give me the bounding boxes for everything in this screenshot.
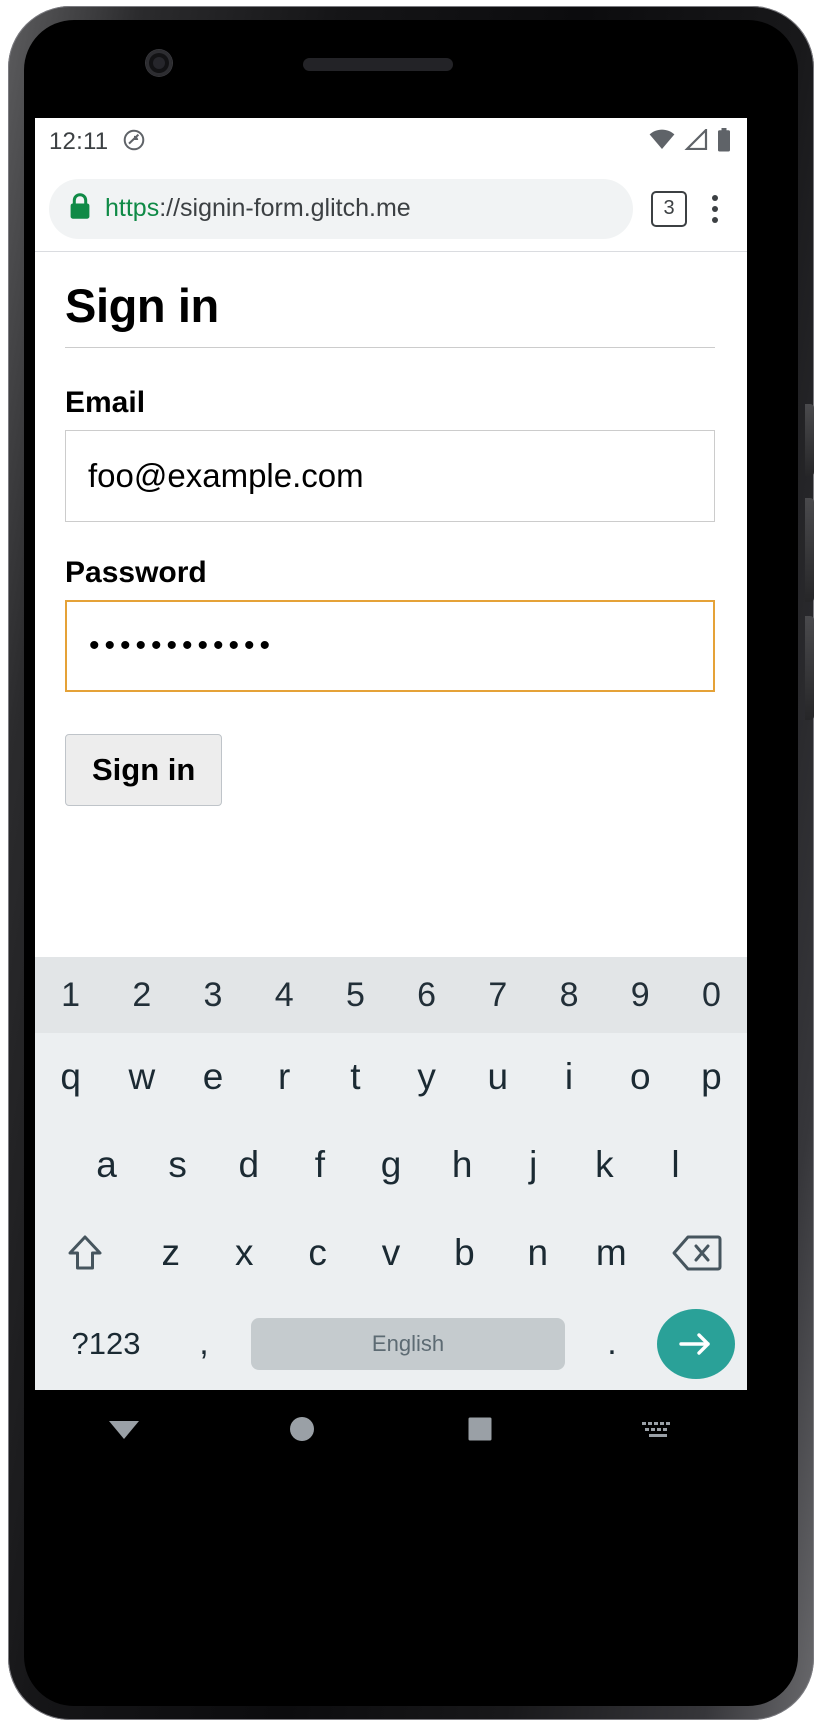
keyboard-row-bottom: z x c v b n m [35, 1209, 747, 1297]
tab-switcher-button[interactable]: 3 [651, 190, 687, 227]
home-circle-icon[interactable] [213, 1415, 391, 1443]
recents-square-icon[interactable] [391, 1416, 569, 1442]
status-bar: 12:11 [35, 118, 747, 166]
sign-in-button[interactable]: Sign in [65, 734, 223, 806]
key-k[interactable]: k [569, 1121, 640, 1209]
key-4[interactable]: 4 [249, 957, 320, 1033]
power-button[interactable] [805, 404, 814, 476]
on-screen-keyboard: 1 2 3 4 5 6 7 8 9 0 q w e r t y u i o p … [35, 957, 747, 1390]
keyboard-function-row: ?123 , English . [35, 1297, 747, 1390]
camera-lens [153, 57, 165, 69]
front-camera-icon [146, 50, 172, 76]
period-key[interactable]: . [573, 1324, 651, 1363]
keyboard-number-row: 1 2 3 4 5 6 7 8 9 0 [35, 957, 747, 1034]
status-bar-left-icons [122, 128, 146, 157]
status-bar-clock: 12:11 [49, 128, 109, 155]
overflow-menu-icon[interactable] [695, 187, 735, 231]
rotation-locked-icon [122, 128, 146, 157]
url-host: signin-form.glitch.me [180, 194, 411, 222]
password-label: Password [65, 556, 207, 589]
key-1[interactable]: 1 [35, 957, 106, 1033]
enter-arrow-icon[interactable] [657, 1308, 735, 1379]
android-navigation-bar [35, 1390, 747, 1468]
volume-down-button[interactable] [805, 616, 814, 720]
key-8[interactable]: 8 [533, 957, 604, 1033]
key-q[interactable]: q [35, 1033, 106, 1121]
wifi-icon [649, 129, 675, 155]
battery-icon [717, 127, 731, 157]
earpiece-speaker [303, 58, 453, 71]
key-e[interactable]: e [177, 1033, 248, 1121]
web-page-content: Sign in Email foo@example.com Password •… [35, 252, 747, 957]
key-a[interactable]: a [71, 1121, 142, 1209]
key-g[interactable]: g [355, 1121, 426, 1209]
menu-dot [712, 216, 718, 223]
menu-dot [712, 205, 718, 212]
key-o[interactable]: o [605, 1033, 676, 1121]
key-z[interactable]: z [134, 1209, 207, 1297]
key-f[interactable]: f [284, 1121, 355, 1209]
key-n[interactable]: n [501, 1209, 574, 1297]
omnibox-url-bar[interactable]: https://signin-form.glitch.me [49, 178, 633, 239]
key-d[interactable]: d [213, 1121, 284, 1209]
key-v[interactable]: v [354, 1209, 427, 1297]
comma-key[interactable]: , [165, 1324, 243, 1363]
menu-dot [712, 194, 718, 201]
keyboard-row-qwerty: q w e r t y u i o p [35, 1033, 747, 1121]
key-r[interactable]: r [249, 1033, 320, 1121]
key-9[interactable]: 9 [605, 957, 676, 1033]
lock-icon [69, 192, 91, 225]
key-y[interactable]: y [391, 1033, 462, 1121]
email-label: Email [65, 386, 146, 419]
key-x[interactable]: x [208, 1209, 281, 1297]
key-5[interactable]: 5 [320, 957, 391, 1033]
password-input[interactable]: •••••••••••• [65, 600, 715, 692]
key-b[interactable]: b [428, 1209, 501, 1297]
key-6[interactable]: 6 [391, 957, 462, 1033]
cell-signal-icon [684, 127, 708, 155]
omnibox-url-text: https://signin-form.glitch.me [105, 194, 411, 223]
email-input[interactable]: foo@example.com [65, 430, 715, 522]
key-s[interactable]: s [142, 1121, 213, 1209]
keyboard-row-home: a s d f g h j k l [35, 1121, 747, 1209]
url-separator: :// [159, 194, 181, 222]
key-w[interactable]: w [106, 1033, 177, 1121]
key-i[interactable]: i [533, 1033, 604, 1121]
key-0[interactable]: 0 [676, 957, 747, 1033]
key-m[interactable]: m [575, 1209, 648, 1297]
browser-toolbar: https://signin-form.glitch.me 3 [35, 166, 747, 252]
backspace-icon[interactable] [648, 1209, 747, 1297]
symbols-key[interactable]: ?123 [47, 1326, 165, 1362]
password-masked-value: •••••••••••• [89, 629, 276, 662]
key-u[interactable]: u [462, 1033, 533, 1121]
password-field-group: Password •••••••••••• [65, 556, 715, 692]
key-7[interactable]: 7 [462, 957, 533, 1033]
key-j[interactable]: j [498, 1121, 569, 1209]
phone-screen: 12:11 https://signin-form.glitch.me 3 Si… [35, 118, 747, 1390]
url-scheme: https [105, 194, 160, 222]
key-c[interactable]: c [281, 1209, 354, 1297]
back-triangle-icon[interactable] [35, 1417, 213, 1441]
key-h[interactable]: h [427, 1121, 498, 1209]
key-l[interactable]: l [640, 1121, 711, 1209]
shift-icon[interactable] [35, 1209, 134, 1297]
key-p[interactable]: p [676, 1033, 747, 1121]
status-bar-right-icons [649, 127, 731, 157]
email-field-group: Email foo@example.com [65, 386, 715, 522]
key-t[interactable]: t [320, 1033, 391, 1121]
keyboard-icon[interactable] [569, 1419, 747, 1439]
key-3[interactable]: 3 [177, 957, 248, 1033]
key-2[interactable]: 2 [106, 957, 177, 1033]
volume-up-button[interactable] [805, 498, 814, 602]
page-title: Sign in [65, 278, 715, 348]
space-key[interactable]: English [251, 1317, 565, 1370]
